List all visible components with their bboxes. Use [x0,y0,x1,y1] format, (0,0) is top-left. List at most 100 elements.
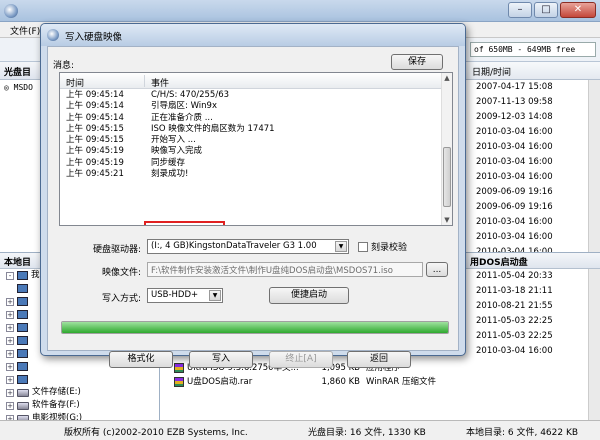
scroll-up-icon[interactable]: ▲ [442,73,452,83]
local-file-date: 2011-05-03 22:25 [476,331,553,341]
log-event: 开始写入 ... [151,135,196,146]
drive-select[interactable]: (I:, 4 GB)KingstonDataTraveler G3 1.00 ▼ [147,239,349,254]
tree-expander-icon[interactable]: + [6,310,14,319]
log-row[interactable]: 上午 09:45:14 引导扇区: Win9x [60,101,442,112]
log-scrollbar[interactable]: ▲ ▼ [441,73,452,225]
disc-file-date: 2010-03-04 16:00 [476,157,553,167]
computer-icon [17,310,28,319]
image-file-field[interactable]: F:\软件制作安装激活文件\制作U盘纯DOS启动盘\MSDOS71.iso [147,262,423,277]
local-tree-item[interactable]: + [0,373,159,386]
write-button[interactable]: 写入 [189,351,253,368]
log-time: 上午 09:45:15 [66,135,124,146]
disc-file-date: 2007-04-17 15:08 [476,82,553,92]
log-event: 映像写入完成 [151,146,203,157]
status-copyright: 版权所有 (c)2002-2010 EZB Systems, Inc. [64,428,248,438]
disc-file-date: 2010-03-04 16:00 [476,232,553,242]
log-header-time[interactable]: 时间 [66,76,84,89]
menu-file[interactable]: 文件(F) [10,24,40,37]
computer-icon [17,323,28,332]
write-mode-select[interactable]: USB-HDD+ ▼ [147,288,223,303]
tree-expander-icon[interactable]: + [6,362,14,371]
write-progress-bar [61,321,449,334]
disc-tree-item-label: MSDO [13,83,33,92]
disc-file-date: 2010-03-04 16:00 [476,127,553,137]
local-date-column: 2011-05-04 20:33 2011-03-18 21:11 2010-08-… [466,269,600,359]
disc-file-date: 2009-12-03 14:08 [476,112,553,122]
archive-file-icon [174,363,184,373]
tree-expander-icon[interactable]: + [6,388,14,397]
image-file-label: 映像文件: [101,268,141,278]
write-mode-value: USB-HDD+ [151,290,199,300]
local-file-date: 2011-05-03 22:25 [476,316,553,326]
tree-expander-icon[interactable]: + [6,323,14,332]
tree-expander-icon[interactable]: + [6,349,14,358]
log-scroll-thumb[interactable] [443,147,451,207]
format-button[interactable]: 格式化 [109,351,173,368]
log-time: 上午 09:45:14 [66,112,124,123]
log-time: 上午 09:45:14 [66,90,124,100]
tree-expander-icon[interactable]: + [6,375,14,384]
disc-file-date: 2010-03-04 16:00 [476,217,553,227]
maximize-button[interactable]: □ [534,2,558,18]
log-event: 引导扇区: Win9x [151,101,217,112]
tree-expander-icon[interactable]: - [6,271,14,280]
verify-label: 刻录校验 [371,243,408,253]
computer-icon [17,336,28,345]
chevron-down-icon[interactable]: ▼ [335,241,347,252]
disc-file-date: 2009-06-09 19:16 [476,187,553,197]
scroll-down-icon[interactable]: ▼ [442,215,452,225]
local-file-date: 2011-05-04 20:33 [476,271,553,281]
close-window-button[interactable]: ✕ [560,2,596,18]
local-tree-label: 文件存储(E:) [32,387,81,397]
log-row[interactable]: 上午 09:45:19 映像写入完成 [60,146,442,157]
local-tree-item[interactable]: + 软件备存(F:) [0,399,159,412]
log-event: 刻录成功! [151,169,189,180]
verify-checkbox-box[interactable] [358,241,368,252]
drive-select-value: (I:, 4 GB)KingstonDataTraveler G3 1.00 [151,241,317,251]
file-size: 1,860 KB [321,377,360,387]
back-button[interactable]: 返回 [347,351,411,368]
log-row[interactable]: 上午 09:45:15 ISO 映像文件的扇区数为 17471 [60,124,442,135]
disc-file-date: 2007-11-13 09:58 [476,97,553,107]
local-list-scrollbar[interactable] [588,269,600,421]
progress-fill [62,322,448,333]
log-header-divider [144,75,145,87]
local-file-date: 2010-03-04 16:00 [476,346,553,356]
drive-icon [17,401,29,410]
log-row[interactable]: 上午 09:45:19 同步缓存 [60,158,442,169]
tree-expander-icon[interactable]: + [6,401,14,410]
abort-button[interactable]: 终止[A] [269,351,333,368]
local-file-date: 2010-08-21 21:55 [476,301,553,311]
local-tree-item[interactable]: + 文件存储(E:) [0,386,159,399]
status-bar: 版权所有 (c)2002-2010 EZB Systems, Inc. 光盘目录… [0,420,600,440]
verify-checkbox[interactable]: 刻录校验 [358,240,407,253]
computer-icon [17,297,28,306]
log-row[interactable]: 上午 09:45:15 开始写入 ... [60,135,442,146]
log-header-event[interactable]: 事件 [151,76,169,89]
chevron-down-icon[interactable]: ▼ [209,290,221,301]
quick-boot-button[interactable]: 便捷启动 [269,287,349,304]
archive-file-icon [174,377,184,387]
success-highlight-box [144,221,225,225]
tree-expander-icon[interactable]: + [6,336,14,345]
log-row[interactable]: 上午 09:45:14 C/H/S: 470/255/63 [60,90,442,101]
disc-file-date: 2009-06-09 19:16 [476,202,553,212]
computer-icon [17,271,28,280]
log-time: 上午 09:45:14 [66,101,124,112]
log-row[interactable]: 上午 09:45:14 正在准备介质 ... [60,113,442,124]
log-event: 同步缓存 [151,157,186,168]
minimize-button[interactable]: – [508,2,532,18]
browse-button[interactable]: ... [426,262,448,277]
save-log-button[interactable]: 保存 [391,54,443,70]
tree-expander-icon[interactable]: + [6,297,14,306]
file-row[interactable]: U盘DOS启动.rar 1,860 KB WinRAR 压缩文件 [174,375,464,389]
log-time: 上午 09:45:19 [66,157,124,168]
main-title-bar: – □ ✕ [0,0,600,22]
computer-icon [17,349,28,358]
log-time: 上午 09:45:21 [66,169,124,180]
local-tree-label: 软件备存(F:) [32,400,80,410]
disc-date-column-header[interactable]: 日期/时间 [466,62,600,80]
disc-list-scrollbar[interactable] [588,80,600,252]
dialog-title-bar: 写入硬盘映像 [41,24,465,46]
log-row[interactable]: 上午 09:45:21 刻录成功! [60,169,442,180]
